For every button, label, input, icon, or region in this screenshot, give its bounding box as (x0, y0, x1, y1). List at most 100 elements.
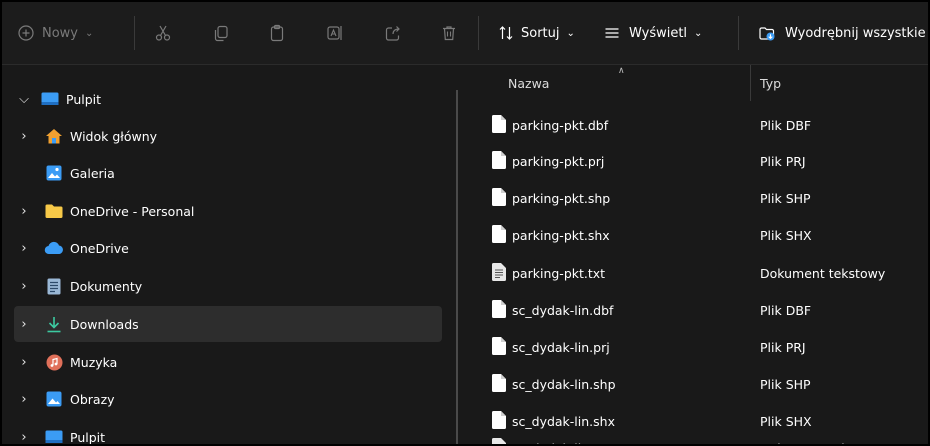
chevron-right-icon[interactable]: › (14, 317, 34, 332)
file-icon (492, 411, 506, 429)
sidebar-item-downloads[interactable]: › Downloads (14, 306, 442, 342)
file-icon (492, 188, 506, 206)
cloud-icon (44, 239, 64, 257)
file-row[interactable]: parking-pkt.shx Plik SHX (468, 217, 928, 253)
toolbar-divider (134, 16, 135, 50)
text-file-icon (492, 263, 506, 281)
navigation-scrollbar[interactable] (456, 90, 458, 444)
file-type: Plik SHP (760, 376, 811, 392)
copy-button[interactable] (212, 20, 230, 46)
file-name: parking-pkt.txt (512, 265, 606, 281)
file-name: parking-pkt.shx (512, 227, 610, 243)
file-icon (492, 300, 506, 318)
sidebar-item-label: Muzyka (70, 354, 118, 370)
file-type: Dokument tekstowy (760, 265, 886, 281)
file-icon (492, 225, 506, 243)
sidebar-item-documents[interactable]: › Dokumenty (14, 268, 442, 304)
music-icon (44, 353, 64, 371)
rename-button[interactable] (326, 20, 344, 46)
file-explorer-window: Nowy ⌄ Sortuj ⌄ Wyświetl ⌄ Wyodrębnij ws… (0, 0, 930, 446)
chevron-right-icon[interactable]: › (14, 241, 34, 256)
chevron-down-icon[interactable]: ⌵ (14, 92, 34, 107)
command-bar: Nowy ⌄ Sortuj ⌄ Wyświetl ⌄ Wyodrębnij ws… (2, 2, 928, 65)
file-name: parking-pkt.dbf (512, 117, 609, 133)
sidebar-item-label: Downloads (70, 316, 139, 332)
column-header-name-label: Nazwa (508, 75, 550, 91)
trash-icon (440, 24, 458, 42)
file-row[interactable]: parking-pkt.prj Plik PRJ (468, 143, 928, 179)
sidebar-item-onedrive-personal[interactable]: › OneDrive - Personal (14, 193, 442, 229)
copy-icon (212, 24, 230, 42)
file-icon (492, 374, 506, 392)
file-row[interactable]: sc_dydak-lin.dbf Plik DBF (468, 292, 928, 328)
file-name: sc_dydak-lin.dbf (512, 302, 614, 318)
view-button[interactable]: Wyświetl ⌄ (604, 20, 702, 46)
file-row[interactable]: sc_dydak-lin.txt Dokument tekstowy (468, 438, 928, 444)
sidebar-item-onedrive[interactable]: › OneDrive (14, 230, 442, 266)
file-list: Nazwa ∧ Typ parking-pkt.dbf Plik DBF par… (468, 65, 928, 444)
clipboard-icon (268, 24, 286, 42)
column-divider[interactable] (750, 65, 751, 101)
sidebar-item-label: Dokumenty (70, 278, 143, 294)
sidebar-item-pictures[interactable]: › Obrazy (14, 381, 442, 417)
sidebar-item-music[interactable]: › Muzyka (14, 344, 442, 380)
file-row[interactable]: sc_dydak-lin.prj Plik PRJ (468, 329, 928, 365)
file-name: parking-pkt.shp (512, 190, 611, 206)
pictures-icon (44, 390, 64, 408)
cut-button[interactable] (154, 20, 172, 46)
sort-arrows-icon (498, 25, 514, 41)
column-header-name[interactable]: Nazwa (508, 65, 549, 101)
file-type: Plik DBF (760, 302, 812, 318)
sidebar-item-desktop[interactable]: › Pulpit (14, 419, 442, 445)
file-name: sc_dydak-lin.prj (512, 339, 610, 355)
nav-root-desktop[interactable]: ⌵ Pulpit (14, 81, 442, 117)
new-button[interactable]: Nowy ⌄ (18, 20, 93, 46)
sidebar-item-label: OneDrive (70, 240, 129, 256)
sidebar-item-gallery[interactable]: Galeria (14, 155, 442, 191)
home-icon (44, 127, 64, 145)
chevron-down-icon: ⌄ (85, 27, 94, 39)
sidebar-item-label: Galeria (70, 165, 115, 181)
share-button[interactable] (384, 20, 402, 46)
sidebar-item-label: OneDrive - Personal (70, 203, 195, 219)
text-file-icon (492, 438, 506, 444)
file-type: Plik DBF (760, 117, 812, 133)
toolbar-divider (738, 16, 739, 50)
plus-circle-icon (18, 25, 34, 41)
file-type: Plik SHX (760, 227, 812, 243)
chevron-down-icon: ⌄ (566, 27, 575, 39)
new-button-label: Nowy (42, 25, 79, 41)
scissors-icon (154, 24, 172, 42)
chevron-right-icon[interactable]: › (14, 129, 34, 144)
chevron-right-icon[interactable]: › (14, 279, 34, 294)
extract-all-label: Wyodrębnij wszystkie (785, 25, 926, 41)
toolbar-divider (478, 16, 479, 50)
file-icon (492, 151, 506, 169)
sidebar-item-label: Widok główny (70, 128, 158, 144)
chevron-down-icon: ⌄ (694, 27, 703, 39)
extract-icon (758, 24, 776, 42)
file-row[interactable]: parking-pkt.txt Dokument tekstowy (468, 255, 928, 291)
sort-button[interactable]: Sortuj ⌄ (498, 20, 575, 46)
chevron-right-icon[interactable]: › (14, 355, 34, 370)
sidebar-item-home[interactable]: › Widok główny (14, 118, 442, 154)
paste-button[interactable] (268, 20, 286, 46)
file-row[interactable]: parking-pkt.dbf Plik DBF (468, 107, 928, 143)
chevron-right-icon[interactable]: › (14, 204, 34, 219)
sidebar-item-label: Obrazy (70, 391, 115, 407)
file-type: Plik PRJ (760, 339, 806, 355)
column-header-type-label: Typ (760, 75, 782, 91)
file-row[interactable]: parking-pkt.shp Plik SHP (468, 180, 928, 216)
download-icon (44, 315, 64, 333)
sidebar-item-label: Pulpit (70, 429, 106, 445)
chevron-right-icon[interactable]: › (14, 430, 34, 445)
file-name: sc_dydak-lin.txt (512, 430, 610, 445)
sort-button-label: Sortuj (521, 25, 560, 41)
file-icon (492, 337, 506, 355)
file-row[interactable]: sc_dydak-lin.shp Plik SHP (468, 366, 928, 402)
extract-all-button[interactable]: Wyodrębnij wszystkie (758, 20, 926, 46)
chevron-right-icon[interactable]: › (14, 392, 34, 407)
rename-icon (326, 24, 344, 42)
delete-button[interactable] (440, 20, 458, 46)
column-header-type[interactable]: Typ (760, 65, 781, 101)
